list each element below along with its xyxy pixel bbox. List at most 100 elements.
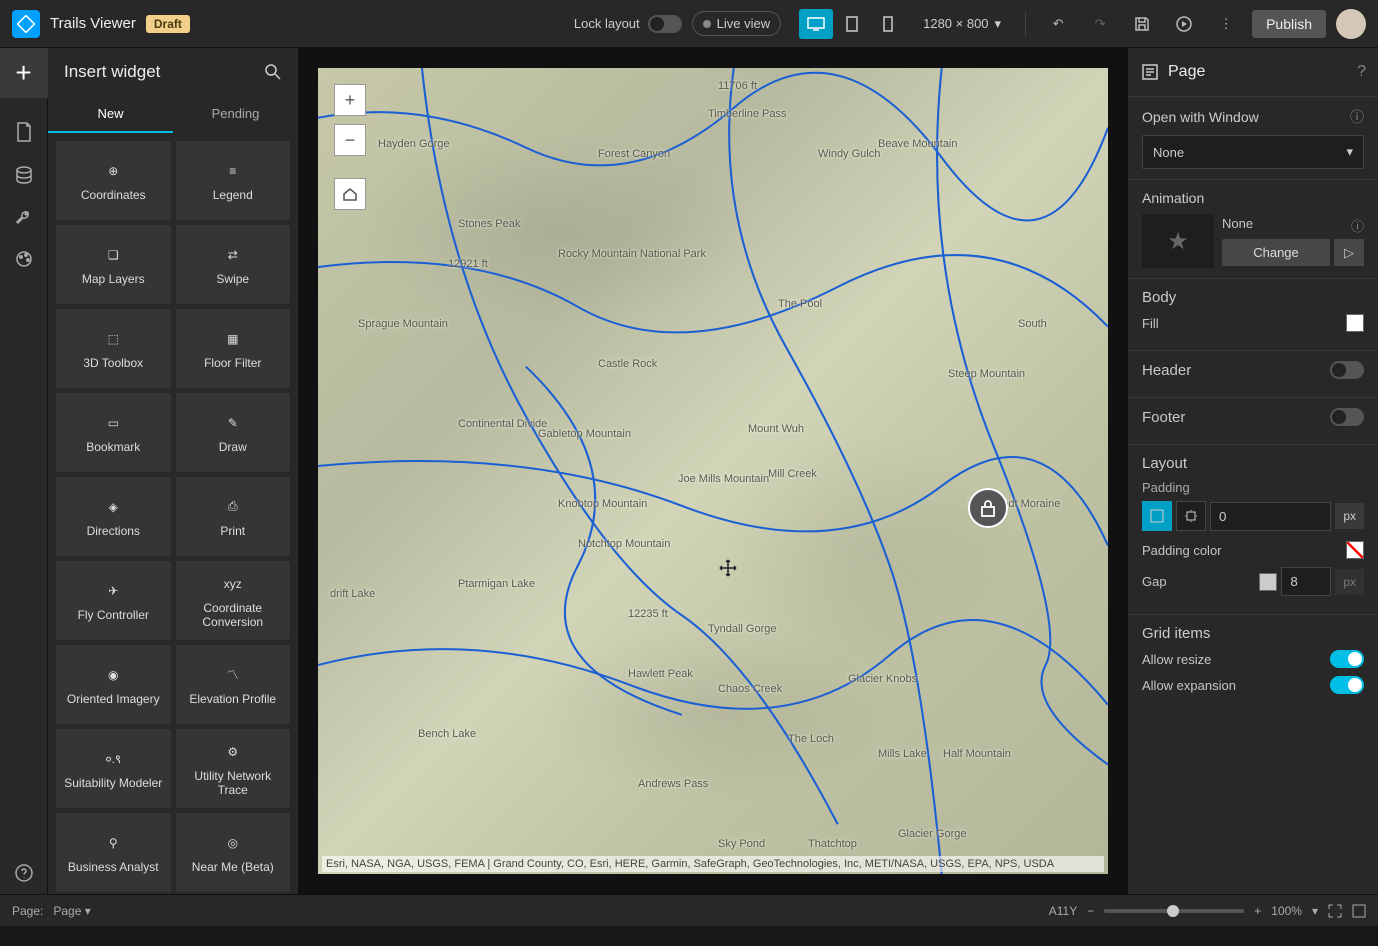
padding-uniform-button[interactable] — [1142, 501, 1172, 531]
map-label: Mill Creek — [768, 468, 817, 480]
widget-draw[interactable]: ✎Draw — [176, 393, 291, 472]
page-tab-icon[interactable] — [15, 122, 33, 142]
lock-layout-label: Lock layout — [574, 16, 640, 31]
map-label: Glacier Gorge — [898, 828, 966, 840]
map-label: Stones Peak — [458, 218, 520, 230]
widget-coordinates[interactable]: ⊕Coordinates — [56, 141, 171, 220]
search-icon[interactable] — [264, 63, 282, 81]
canvas-size-select[interactable]: 1280 × 800 ▾ — [915, 16, 1009, 32]
lock-layout-control[interactable]: Lock layout — [574, 15, 682, 33]
info-icon[interactable]: ⓘ — [1350, 107, 1364, 127]
more-menu[interactable]: ⋮ — [1210, 9, 1242, 39]
footer-toggle[interactable] — [1330, 408, 1364, 426]
page-selector[interactable]: Page ▾ — [53, 904, 90, 918]
theme-tab-icon[interactable] — [15, 250, 33, 268]
lock-layout-toggle[interactable] — [648, 15, 682, 33]
map-label: drift Lake — [330, 588, 375, 600]
home-extent-button[interactable] — [334, 178, 366, 210]
animation-preview: ★ — [1142, 214, 1214, 268]
widget-oriented-imagery[interactable]: ◉Oriented Imagery — [56, 645, 171, 724]
live-view-button[interactable]: Live view — [692, 11, 781, 36]
zoom-out-footer[interactable]: − — [1087, 904, 1094, 918]
status-bar: Page: Page ▾ A11Y − + 100%▾ — [0, 894, 1378, 926]
device-phone[interactable] — [871, 9, 905, 39]
zoom-in-button[interactable]: + — [334, 84, 366, 116]
grid-items-label: Grid items — [1142, 625, 1210, 642]
panel-title: Insert widget — [64, 62, 160, 82]
widget-label: Coordinate Conversion — [180, 601, 287, 629]
fill-color-swatch[interactable] — [1346, 314, 1364, 332]
padding-unit[interactable]: px — [1335, 503, 1364, 529]
widget-utility-network-trace[interactable]: ⚙Utility Network Trace — [176, 729, 291, 808]
padding-color-label: Padding color — [1142, 543, 1222, 558]
help-icon[interactable]: ? — [1357, 63, 1366, 81]
undo-button[interactable]: ↶ — [1042, 9, 1074, 39]
info-icon[interactable]: ⓘ — [1351, 216, 1364, 235]
map-label: Knobtop Mountain — [558, 498, 647, 510]
save-button[interactable] — [1126, 9, 1158, 39]
zoom-in-footer[interactable]: + — [1254, 904, 1261, 918]
tools-tab-icon[interactable] — [15, 208, 33, 226]
allow-resize-toggle[interactable] — [1330, 650, 1364, 668]
widget-fly-controller[interactable]: ✈Fly Controller — [56, 561, 171, 640]
widget-swipe[interactable]: ⇄Swipe — [176, 225, 291, 304]
widget-icon: ◎ — [228, 832, 238, 854]
device-tablet[interactable] — [835, 9, 869, 39]
header-toggle[interactable] — [1330, 361, 1364, 379]
canvas-size-value: 1280 × 800 — [923, 16, 988, 31]
device-desktop[interactable] — [799, 9, 833, 39]
widget-print[interactable]: ⎙ Print — [176, 477, 291, 556]
widget-floor-filter[interactable]: ▦Floor Filter — [176, 309, 291, 388]
zoom-out-button[interactable]: − — [334, 124, 366, 156]
padding-individual-button[interactable] — [1176, 501, 1206, 531]
publish-button[interactable]: Publish — [1252, 10, 1326, 38]
redo-button[interactable]: ↷ — [1084, 9, 1116, 39]
map-label: Thatchtop — [808, 838, 857, 850]
widget-icon: ❏ — [108, 244, 119, 266]
map-label: Andrews Pass — [638, 778, 708, 790]
map-label: Windy Gulch — [818, 148, 880, 160]
insert-widget-tab[interactable]: + — [0, 48, 48, 98]
widget-suitability-modeler[interactable]: ०.९ Suitability Modeler — [56, 729, 171, 808]
preview-button[interactable] — [1168, 9, 1200, 39]
allow-expansion-toggle[interactable] — [1330, 676, 1364, 694]
padding-color-swatch[interactable] — [1346, 541, 1364, 559]
tab-pending[interactable]: Pending — [173, 96, 298, 133]
zoom-slider[interactable] — [1104, 909, 1244, 913]
widget-legend[interactable]: ≡Legend — [176, 141, 291, 220]
widget-near-me-beta-[interactable]: ◎Near Me (Beta) — [176, 813, 291, 892]
widget-bookmark[interactable]: ▭Bookmark — [56, 393, 171, 472]
map-label: Castle Rock — [598, 358, 657, 370]
a11y-button[interactable]: A11Y — [1049, 904, 1077, 918]
widget-label: Suitability Modeler — [64, 776, 162, 790]
data-tab-icon[interactable] — [15, 166, 33, 184]
change-animation-button[interactable]: Change — [1222, 239, 1330, 266]
user-avatar[interactable] — [1336, 9, 1366, 39]
app-logo[interactable] — [12, 10, 40, 38]
fullscreen-icon[interactable] — [1352, 904, 1366, 918]
widget-business-analyst[interactable]: ⚲Business Analyst — [56, 813, 171, 892]
gap-color-swatch[interactable] — [1259, 573, 1277, 591]
widget-elevation-profile[interactable]: 〽Elevation Profile — [176, 645, 291, 724]
widget-label: Print — [220, 524, 245, 538]
widget-3d-toolbox[interactable]: ⬚3D Toolbox — [56, 309, 171, 388]
animation-value: None — [1222, 216, 1364, 231]
open-with-window-select[interactable]: None▾ — [1142, 135, 1364, 169]
widget-map-layers[interactable]: ❏Map Layers — [56, 225, 171, 304]
zoom-value[interactable]: 100% — [1271, 904, 1302, 918]
widget-directions[interactable]: ◈Directions — [56, 477, 171, 556]
map-label: Mills Lake — [878, 748, 927, 760]
help-icon[interactable] — [15, 864, 33, 882]
gap-input[interactable] — [1281, 567, 1331, 596]
widget-icon: ⊕ — [108, 160, 118, 182]
widget-coordinate-conversion[interactable]: xyzCoordinate Conversion — [176, 561, 291, 640]
widget-icon: ०.९ — [105, 748, 121, 770]
play-animation-button[interactable]: ▷ — [1334, 239, 1364, 266]
padding-input[interactable] — [1210, 502, 1331, 531]
fit-icon[interactable] — [1328, 904, 1342, 918]
map-widget[interactable]: + − Hayden Gorge11706 ftTimberline PassF… — [318, 68, 1108, 874]
widget-icon: ⎙ — [228, 496, 238, 518]
header-label: Header — [1142, 362, 1191, 379]
map-label: Ptarmigan Lake — [458, 578, 535, 590]
tab-new[interactable]: New — [48, 96, 173, 133]
